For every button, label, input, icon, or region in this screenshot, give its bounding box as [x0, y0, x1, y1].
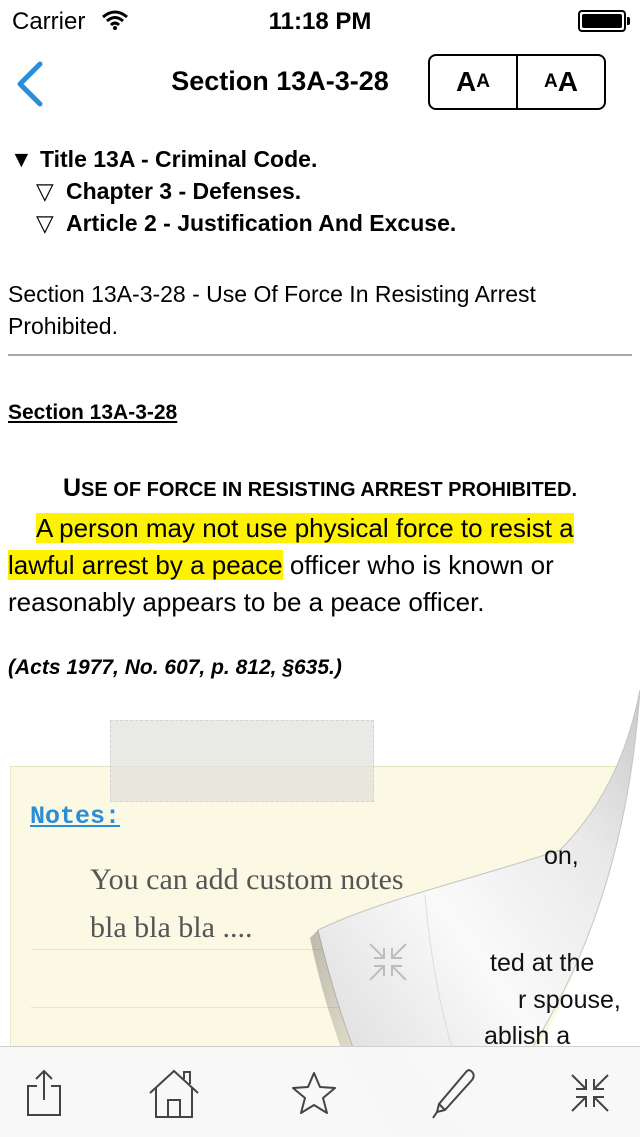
- font-decrease-small-a: A: [476, 71, 490, 92]
- battery-icon: [578, 10, 630, 32]
- divider: [8, 354, 632, 356]
- notes-text[interactable]: You can add custom notes bla bla bla ...…: [90, 856, 530, 952]
- expanded-triangle-icon: ▼: [10, 146, 33, 172]
- share-button[interactable]: [14, 1063, 74, 1123]
- caption-rest: SE OF FORCE IN RESISTING ARREST PROHIBIT…: [81, 479, 578, 501]
- note-underlay-text: r spouse,: [518, 986, 621, 1014]
- page-title: Section 13A-3-28: [171, 66, 389, 96]
- back-chevron-icon[interactable]: [12, 60, 52, 108]
- section-label: Section 13A-3-28: [8, 401, 178, 424]
- font-increase-button[interactable]: AA: [516, 56, 604, 108]
- section-body: A person may not use physical force to r…: [8, 510, 628, 621]
- tape-strip: [110, 720, 374, 802]
- triangle-icon: ▽: [36, 210, 54, 236]
- triangle-icon: ▽: [36, 178, 54, 204]
- breadcrumb-article-label: Article 2 - Justification And Excuse.: [66, 210, 457, 236]
- breadcrumb-title[interactable]: ▼ Title 13A - Criminal Code.: [10, 146, 317, 173]
- history-note: (Acts 1977, No. 607, p. 812, §635.): [8, 656, 342, 679]
- font-decrease-big-a: A: [456, 66, 477, 97]
- collapse-icon: [571, 1074, 609, 1112]
- font-increase-big-a: A: [557, 66, 578, 97]
- notes-line-1: You can add custom notes: [90, 863, 404, 896]
- share-icon: [27, 1069, 61, 1116]
- notes-line-2: bla bla bla ....: [90, 911, 253, 944]
- annotate-button[interactable]: [422, 1063, 482, 1123]
- collapse-icon: [369, 943, 407, 981]
- section-caption: USE OF FORCE IN RESISTING ARREST PROHIBI…: [0, 474, 640, 503]
- pen-icon: [432, 1068, 475, 1119]
- notes-title: Notes:: [30, 802, 121, 831]
- note-underlay-text: on,: [544, 842, 579, 870]
- home-button[interactable]: [144, 1063, 204, 1123]
- status-bar: Carrier 11:18 PM: [0, 0, 640, 40]
- note-underlay-text: ted at the: [490, 949, 595, 977]
- breadcrumb-article[interactable]: ▽ Article 2 - Justification And Excuse.: [36, 210, 456, 237]
- section-heading: Section 13A-3-28 - Use Of Force In Resis…: [8, 281, 536, 339]
- home-icon: [149, 1069, 199, 1118]
- breadcrumb-chapter[interactable]: ▽ Chapter 3 - Defenses.: [36, 178, 301, 205]
- bottom-toolbar: [0, 1046, 640, 1137]
- caption-initial: U: [62, 474, 82, 502]
- nav-bar: Section 13A-3-28 AA AA: [0, 40, 640, 128]
- breadcrumb-chapter-label: Chapter 3 - Defenses.: [66, 178, 302, 204]
- font-size-control: AA AA: [428, 54, 606, 110]
- star-icon: [292, 1072, 336, 1114]
- font-decrease-button[interactable]: AA: [430, 56, 516, 108]
- bookmark-button[interactable]: [284, 1063, 344, 1123]
- clock: 11:18 PM: [268, 8, 372, 35]
- breadcrumb-title-label: Title 13A - Criminal Code.: [40, 146, 318, 172]
- collapse-button[interactable]: [560, 1063, 620, 1123]
- font-increase-small-a: A: [544, 71, 558, 92]
